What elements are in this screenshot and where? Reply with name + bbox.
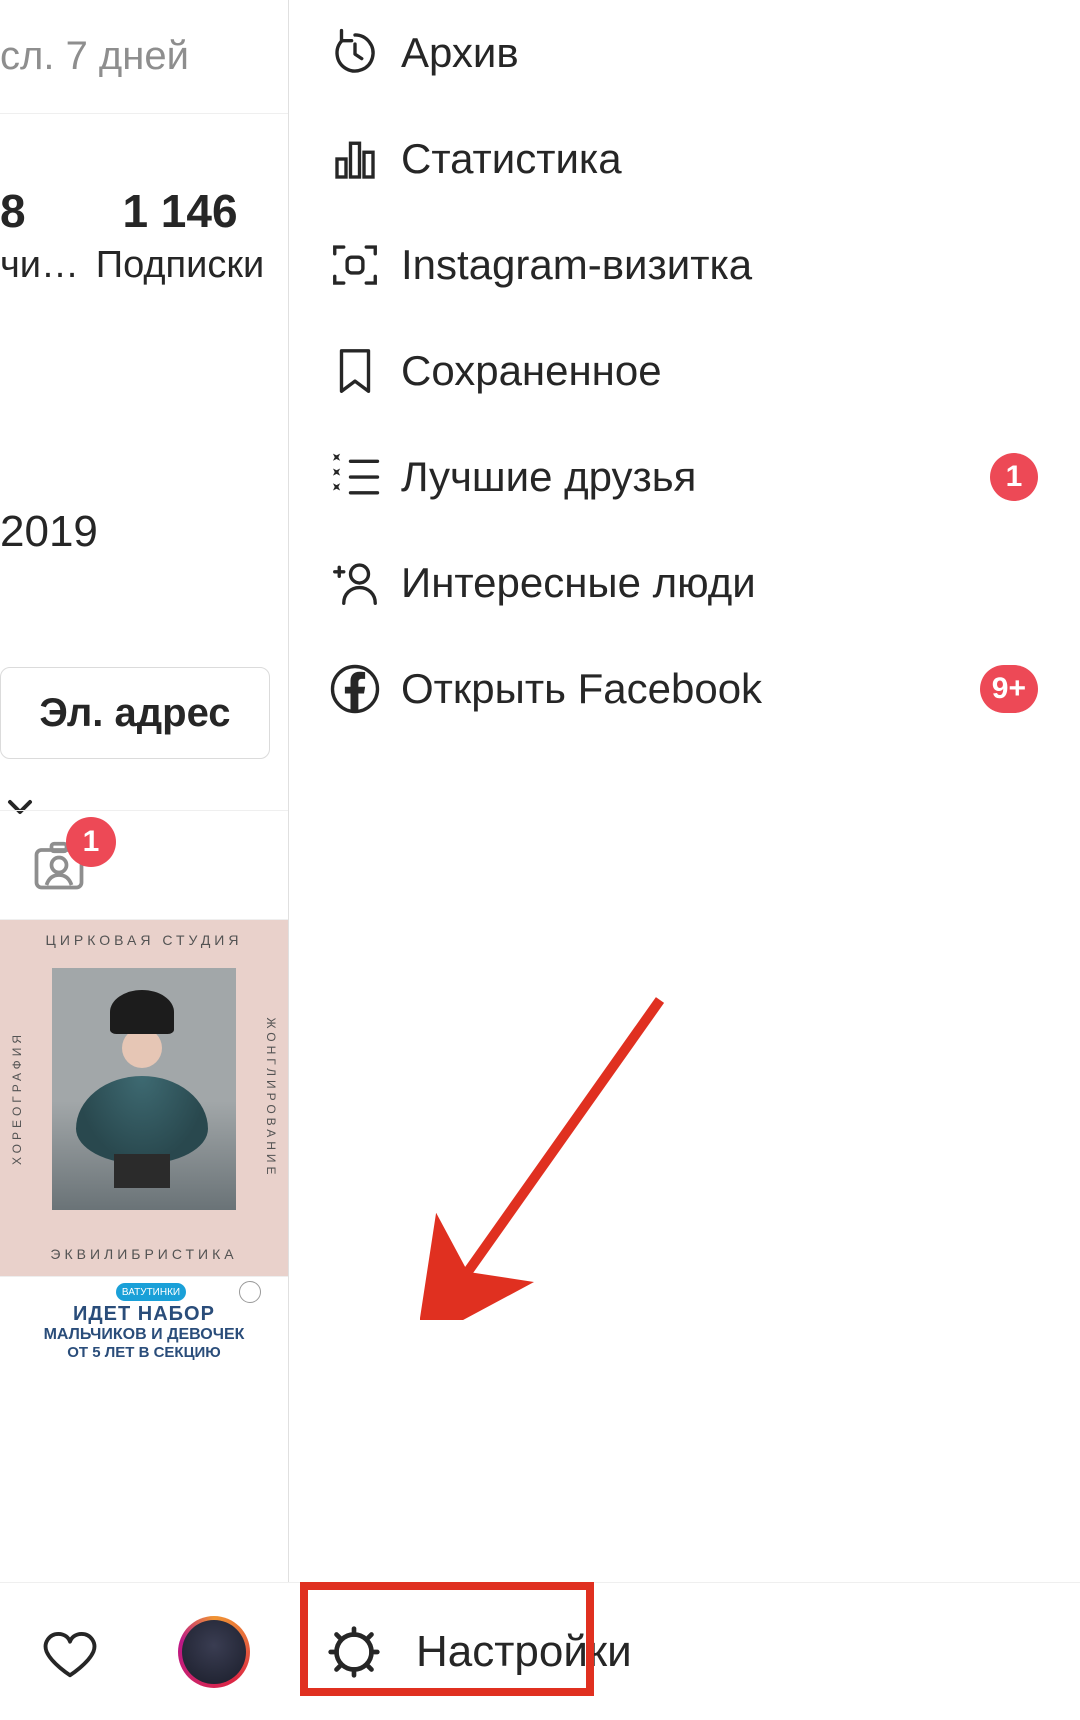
insights-period[interactable]: сл. 7 дней (0, 0, 288, 114)
heart-icon (39, 1621, 101, 1683)
profile-stats: 8 чи… 1 146 Подписки (0, 114, 288, 287)
email-button[interactable]: Эл. адрес (0, 667, 270, 759)
bottom-nav-left (0, 1582, 288, 1720)
followers-stat[interactable]: 8 чи… (0, 184, 80, 287)
menu-label: Статистика (401, 135, 1080, 183)
email-button-label: Эл. адрес (39, 691, 230, 736)
menu-item-archive[interactable]: Архив (289, 0, 1080, 106)
post2-badge: ВАТУТИНКИ (116, 1283, 186, 1301)
post-thumbnail-1[interactable]: ЦИРКОВАЯ СТУДИЯ ХОРЕОГРАФИЯ ЖОНГЛИРОВАНИ… (0, 920, 288, 1276)
menu-label: Интересные люди (401, 559, 1080, 607)
story-ring (178, 1616, 250, 1688)
add-person-icon (321, 556, 389, 610)
nametag-icon (321, 238, 389, 292)
menu-item-open-facebook[interactable]: Открыть Facebook 9+ (289, 636, 1080, 742)
nav-profile[interactable] (178, 1616, 250, 1688)
bookmark-icon (321, 344, 389, 398)
menu-item-saved[interactable]: Сохраненное (289, 318, 1080, 424)
post1-text-top: ЦИРКОВАЯ СТУДИЯ (0, 932, 288, 948)
bio-year: 2019 (0, 507, 288, 557)
post-thumbnail-2[interactable]: ВАТУТИНКИ ИДЕТ НАБОР МАЛЬЧИКОВ И ДЕВОЧЕК… (0, 1276, 288, 1366)
avatar-icon (182, 1620, 246, 1684)
following-label: Подписки (80, 244, 280, 287)
post2-line1: ИДЕТ НАБОР (0, 1303, 288, 1326)
menu-item-close-friends[interactable]: Лучшие друзья 1 (289, 424, 1080, 530)
bar-chart-icon (321, 132, 389, 186)
gear-icon (320, 1624, 388, 1680)
post2-logos: ВАТУТИНКИ (0, 1281, 288, 1303)
menu-label: Открыть Facebook (401, 665, 980, 713)
menu-label: Instagram-визитка (401, 241, 1080, 289)
close-friends-icon (321, 450, 389, 504)
followers-count: 8 (0, 184, 80, 238)
drawer-menu: Архив Статистика Instagram-визитка (289, 0, 1080, 742)
settings-label: Настройки (416, 1627, 632, 1677)
tagged-tab[interactable]: 1 (28, 835, 90, 895)
post1-text-right: ЖОНГЛИРОВАНИЕ (264, 1017, 278, 1178)
side-drawer: Архив Статистика Instagram-визитка (288, 0, 1080, 1720)
menu-label: Сохраненное (401, 347, 1080, 395)
close-friends-badge: 1 (990, 453, 1038, 501)
menu-item-insights[interactable]: Статистика (289, 106, 1080, 212)
menu-item-settings[interactable]: Настройки (288, 1582, 1080, 1720)
following-stat[interactable]: 1 146 Подписки (80, 184, 280, 287)
archive-icon (321, 26, 389, 80)
tagged-badge: 1 (66, 817, 116, 867)
profile-grid-tabs: 1 (0, 810, 288, 920)
menu-label: Архив (401, 29, 1080, 77)
following-count: 1 146 (80, 184, 280, 238)
facebook-badge: 9+ (980, 665, 1038, 713)
facebook-icon (321, 662, 389, 716)
post1-text-left: ХОРЕОГРАФИЯ (10, 1031, 24, 1165)
post1-text-bottom: ЭКВИЛИБРИСТИКА (0, 1246, 288, 1262)
menu-item-nametag[interactable]: Instagram-визитка (289, 212, 1080, 318)
post2-line2: МАЛЬЧИКОВ И ДЕВОЧЕК (0, 1326, 288, 1344)
post1-figure (62, 990, 222, 1190)
followers-label: чи… (0, 244, 80, 287)
menu-label: Лучшие друзья (401, 453, 990, 501)
nav-activity[interactable] (39, 1621, 101, 1683)
menu-item-discover-people[interactable]: Интересные люди (289, 530, 1080, 636)
post2-line3: ОТ 5 ЛЕТ В СЕКЦИЮ (0, 1344, 288, 1361)
